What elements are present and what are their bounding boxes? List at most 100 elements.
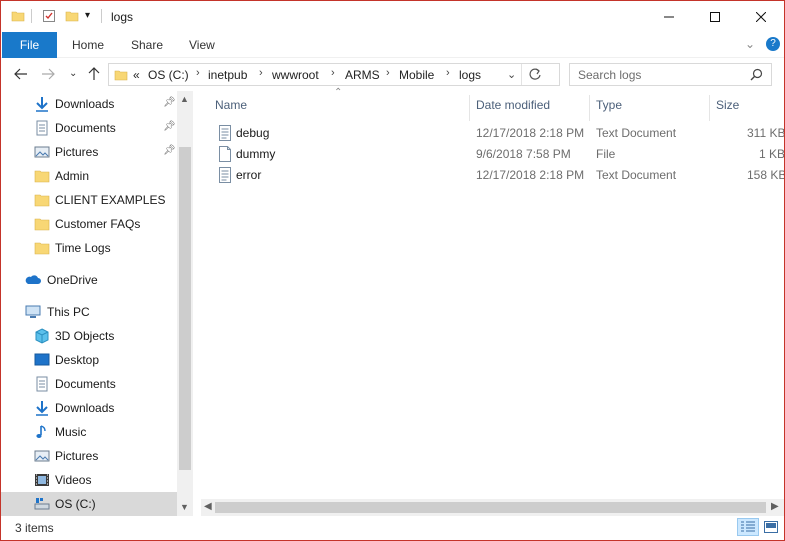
nav-label: Documents [55, 377, 116, 391]
scroll-up-icon[interactable]: ▲ [180, 94, 189, 104]
status-bar: 3 items [1, 516, 784, 540]
breadcrumb-item[interactable]: ARMS [345, 68, 380, 82]
file-date: 9/6/2018 7:58 PM [476, 147, 571, 161]
address-bar[interactable]: « OS (C:) › inetpub › wwwroot › ARMS › M… [108, 63, 560, 86]
nav-label: Desktop [55, 353, 100, 367]
close-button[interactable] [738, 1, 784, 32]
breadcrumb-overflow[interactable]: « [133, 68, 140, 82]
scroll-right-icon[interactable]: ▶ [771, 501, 779, 512]
nav-item-onedrive[interactable]: OneDrive [1, 268, 177, 292]
recent-locations-button[interactable]: ⌄ [69, 68, 77, 79]
breadcrumb-item[interactable]: inetpub [208, 68, 247, 82]
nav-item-pc-pictures[interactable]: Pictures [1, 444, 177, 468]
nav-item-pc-documents[interactable]: Documents [1, 372, 177, 396]
ribbon-tabs: File Home Share View ⌄ ? [1, 32, 784, 58]
search-input[interactable] [578, 67, 748, 82]
search-icon[interactable] [750, 68, 763, 84]
nav-item-customer-faqs[interactable]: Customer FAQs [1, 212, 177, 236]
column-header-name[interactable]: Name [209, 95, 470, 121]
file-name: error [236, 168, 262, 182]
nav-item-os-c[interactable]: OS (C:) [1, 492, 177, 516]
help-icon[interactable]: ? [766, 37, 780, 51]
nav-item-documents[interactable]: Documents 📌︎ [1, 116, 177, 140]
folder-icon [34, 240, 50, 256]
pin-icon: 📌︎ [163, 121, 176, 132]
breadcrumb-item[interactable]: logs [459, 68, 481, 82]
back-button[interactable] [14, 67, 28, 83]
scrollbar-thumb[interactable] [215, 502, 766, 513]
customize-toolbar-icon[interactable]: ▾ [85, 10, 99, 24]
large-icons-view-button[interactable] [760, 518, 782, 536]
nav-item-pictures[interactable]: Pictures 📌︎ [1, 140, 177, 164]
tab-home[interactable]: Home [72, 32, 104, 58]
minimize-button[interactable] [646, 1, 692, 32]
minimize-icon [664, 9, 674, 25]
scrollbar-thumb[interactable] [179, 147, 191, 470]
file-type: File [596, 147, 616, 161]
column-header-size[interactable]: Size [710, 95, 784, 121]
nav-label: OS (C:) [55, 497, 96, 511]
divider [31, 9, 32, 23]
breadcrumb-item[interactable]: Mobile [399, 68, 434, 82]
nav-item-downloads[interactable]: Downloads 📌︎ [1, 92, 177, 116]
column-header-type[interactable]: Type [590, 95, 710, 121]
column-header-date[interactable]: Date modified [470, 95, 590, 121]
nav-scrollbar[interactable]: ▲ ▼ [177, 91, 193, 516]
expand-ribbon-icon[interactable]: ⌄ [745, 37, 755, 51]
scroll-down-icon[interactable]: ▼ [180, 502, 189, 512]
file-list: ⌃ Name Date modified Type Size debug 12/… [201, 87, 784, 516]
search-box[interactable] [569, 63, 772, 86]
content-horizontal-scrollbar[interactable]: ◀ ▶ [201, 499, 784, 516]
breadcrumb-item[interactable]: OS (C:) [148, 68, 189, 82]
nav-item-music[interactable]: Music [1, 420, 177, 444]
address-row: ⌄ « OS (C:) › inetpub › wwwroot › ARMS ›… [1, 58, 784, 91]
item-count: 3 items [15, 521, 54, 535]
nav-item-videos[interactable]: Videos [1, 468, 177, 492]
nav-item-3d-objects[interactable]: 3D Objects [1, 324, 177, 348]
file-date: 12/17/2018 2:18 PM [476, 126, 585, 140]
breadcrumb-separator[interactable]: › [259, 67, 263, 79]
navigation-pane: Downloads 📌︎ Documents 📌︎ Pictures 📌︎ Ad… [1, 91, 193, 516]
new-folder-icon[interactable] [65, 9, 79, 23]
breadcrumb-separator[interactable]: › [331, 67, 335, 79]
tab-file[interactable]: File [2, 32, 57, 58]
music-icon [34, 424, 50, 440]
table-row[interactable]: error 12/17/2018 2:18 PM Text Document 1… [211, 165, 784, 186]
table-row[interactable]: debug 12/17/2018 2:18 PM Text Document 3… [211, 123, 784, 144]
properties-icon[interactable] [42, 9, 56, 23]
computer-icon [25, 304, 41, 320]
nav-label: Documents [55, 121, 116, 135]
nav-item-desktop[interactable]: Desktop [1, 348, 177, 372]
file-date: 12/17/2018 2:18 PM [476, 168, 585, 182]
nav-label: Customer FAQs [55, 217, 141, 231]
tab-view[interactable]: View [189, 32, 215, 58]
nav-label: Pictures [55, 145, 99, 159]
details-view-button[interactable] [737, 518, 759, 536]
nav-item-client-examples[interactable]: CLIENT EXAMPLES [1, 188, 177, 212]
nav-item-pc-downloads[interactable]: Downloads [1, 396, 177, 420]
forward-button[interactable] [41, 67, 55, 83]
refresh-icon [529, 68, 541, 84]
nav-label: Videos [55, 473, 92, 487]
breadcrumb-separator[interactable]: › [446, 67, 450, 79]
breadcrumb-separator[interactable]: › [196, 67, 200, 79]
refresh-button[interactable] [529, 67, 541, 84]
close-icon [755, 9, 767, 25]
pictures-icon [34, 448, 50, 464]
folder-icon [34, 168, 50, 184]
nav-item-time-logs[interactable]: Time Logs [1, 236, 177, 260]
nav-item-this-pc[interactable]: This PC [1, 300, 177, 324]
breadcrumb-separator[interactable]: › [386, 67, 390, 79]
pin-icon: 📌︎ [163, 145, 176, 156]
table-row[interactable]: dummy 9/6/2018 7:58 PM File 1 KB [211, 144, 784, 165]
up-button[interactable] [88, 67, 100, 84]
nav-item-admin[interactable]: Admin [1, 164, 177, 188]
address-history-button[interactable]: ⌄ [507, 68, 516, 81]
file-type: Text Document [596, 168, 677, 182]
breadcrumb-item[interactable]: wwwroot [272, 68, 319, 82]
tab-share[interactable]: Share [131, 32, 163, 58]
file-icon [218, 146, 232, 165]
scroll-left-icon[interactable]: ◀ [204, 501, 212, 512]
maximize-button[interactable] [692, 1, 738, 32]
nav-label: CLIENT EXAMPLES [55, 193, 166, 207]
